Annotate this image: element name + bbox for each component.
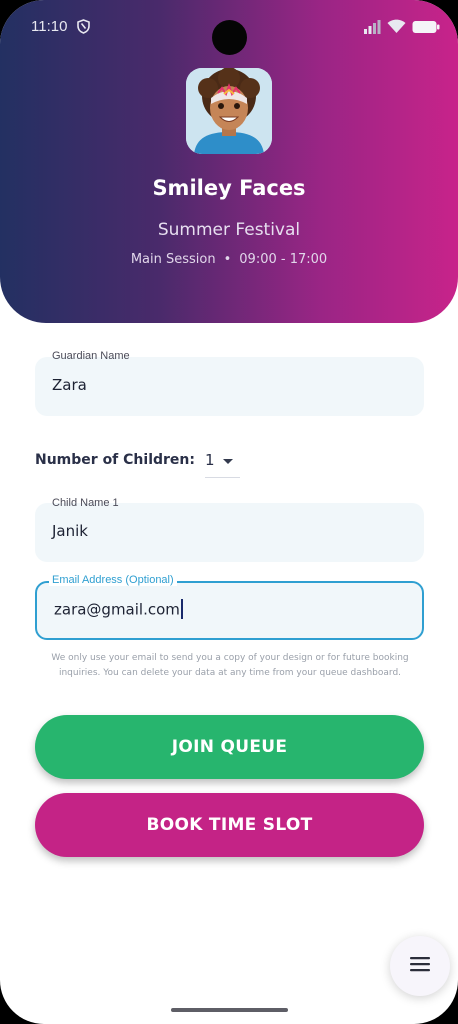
children-count-dropdown[interactable]: 1 <box>205 448 240 478</box>
home-indicator[interactable] <box>171 1008 288 1012</box>
children-count-label: Number of Children: <box>35 452 195 468</box>
children-count-row: Number of Children: 1 <box>35 448 285 478</box>
header-banner: 11:10 Smiley Faces Summer Festival Main … <box>0 0 458 323</box>
child-name-field[interactable]: Janik <box>35 503 424 562</box>
email-field[interactable]: zara@gmail.com <box>35 581 424 640</box>
children-count-value: 1 <box>205 451 215 469</box>
status-time: 11:10 <box>31 18 68 35</box>
status-bar: 11:10 <box>0 0 458 56</box>
chevron-down-icon <box>223 459 233 464</box>
app-logo <box>186 68 272 154</box>
join-queue-button[interactable]: JOIN QUEUE <box>35 715 424 779</box>
email-value: zara@gmail.com <box>54 600 180 619</box>
privacy-note: We only use your email to send you a cop… <box>51 653 409 678</box>
menu-button[interactable] <box>390 936 450 996</box>
menu-icon <box>410 956 430 976</box>
guardian-name-field[interactable]: Zara <box>35 357 424 416</box>
battery-icon <box>412 19 440 38</box>
shield-icon <box>77 19 90 38</box>
session-separator: • <box>223 252 232 267</box>
email-value-wrap: zara@gmail.com <box>54 599 183 620</box>
session-time: 09:00 - 17:00 <box>239 252 328 267</box>
guardian-name-value: Zara <box>52 376 87 394</box>
email-label: Email Address (Optional) <box>49 574 177 586</box>
text-cursor <box>180 599 183 619</box>
app-screen: 11:10 Smiley Faces Summer Festival Main … <box>0 0 458 1024</box>
session-name: Main Session <box>130 252 216 267</box>
guardian-name-label: Guardian Name <box>52 350 130 362</box>
camera-cutout <box>212 20 247 55</box>
event-name: Summer Festival <box>157 220 301 240</box>
signal-icon <box>363 19 381 38</box>
book-time-slot-button[interactable]: BOOK TIME SLOT <box>35 793 424 857</box>
child-name-label: Child Name 1 <box>52 497 119 509</box>
wifi-icon <box>387 19 406 38</box>
app-title: Smiley Faces <box>152 176 306 200</box>
session-info: Main Session • 09:00 - 17:00 <box>0 252 458 267</box>
status-icons <box>363 19 440 38</box>
child-name-value: Janik <box>52 522 88 540</box>
